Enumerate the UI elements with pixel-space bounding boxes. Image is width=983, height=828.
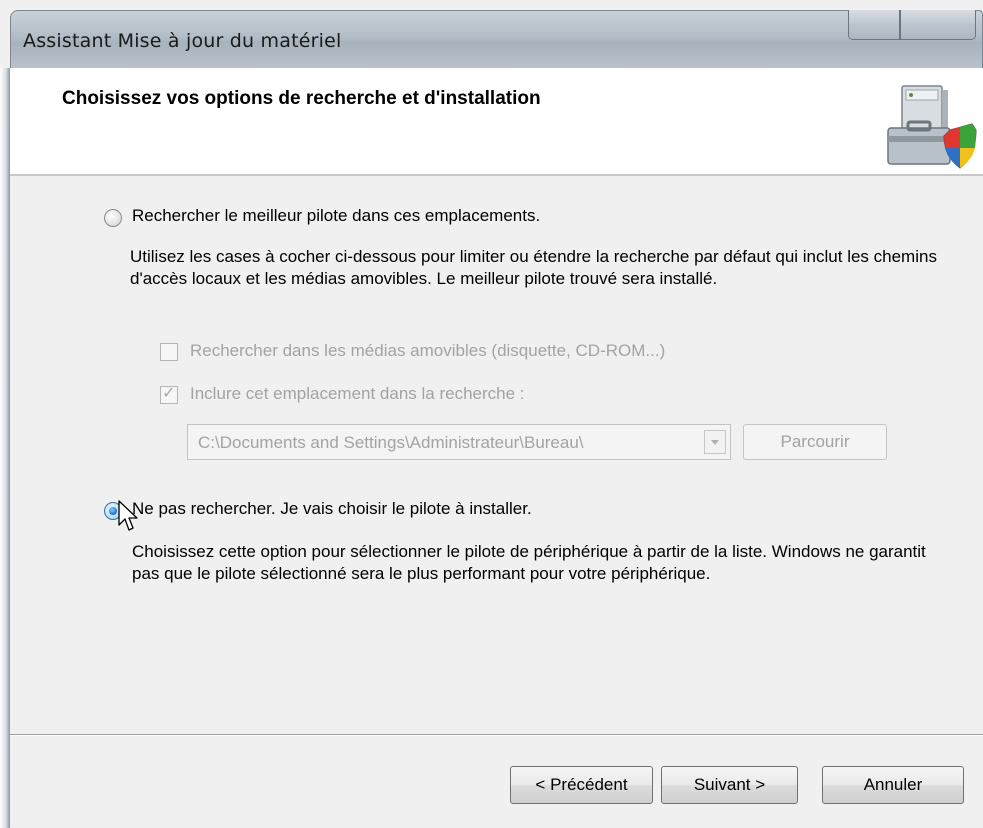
removable-media-label: Rechercher dans les médias amovibles (di…	[190, 341, 666, 360]
wizard-header: Choisissez vos options de recherche et d…	[10, 68, 983, 176]
include-location-checkbox[interactable]: ✓	[160, 383, 178, 404]
wizard-window: Assistant Mise à jour du matériel Choisi…	[0, 0, 983, 828]
browse-button[interactable]: Parcourir	[743, 424, 887, 460]
page-title: Choisissez vos options de recherche et d…	[62, 88, 541, 109]
search-option-description: Utilisez les cases à cocher ci-dessous p…	[130, 247, 937, 288]
removable-media-checkbox[interactable]	[160, 343, 178, 361]
back-button[interactable]: < Précédent	[510, 766, 653, 804]
hardware-shield-icon	[887, 85, 977, 169]
manual-option-description: Choisissez cette option pour sélectionne…	[132, 542, 926, 583]
close-button[interactable]	[900, 10, 976, 40]
cancel-button[interactable]: Annuler	[822, 766, 964, 804]
location-path-value: C:\Documents and Settings\Administrateur…	[198, 433, 584, 452]
checkmark-icon: ✓	[162, 383, 176, 402]
wizard-body: Rechercher le meilleur pilote dans ces e…	[10, 176, 983, 734]
window-controls	[848, 10, 976, 42]
mouse-cursor-icon	[118, 500, 138, 531]
include-location-label: Inclure cet emplacement dans la recherch…	[190, 384, 525, 403]
window-frame-left	[0, 68, 10, 828]
manual-option-label[interactable]: Ne pas rechercher. Je vais choisir le pi…	[132, 499, 532, 519]
minimize-button[interactable]	[848, 10, 900, 40]
next-button[interactable]: Suivant >	[661, 766, 798, 804]
wizard-footer: < Précédent Suivant > Annuler	[10, 736, 983, 828]
window-title: Assistant Mise à jour du matériel	[23, 30, 342, 52]
chevron-down-icon[interactable]	[704, 430, 726, 454]
search-option-label[interactable]: Rechercher le meilleur pilote dans ces e…	[132, 206, 540, 226]
title-bar[interactable]: Assistant Mise à jour du matériel	[10, 10, 983, 68]
location-path-combobox[interactable]: C:\Documents and Settings\Administrateur…	[187, 424, 731, 460]
search-option-radio[interactable]	[104, 209, 122, 227]
